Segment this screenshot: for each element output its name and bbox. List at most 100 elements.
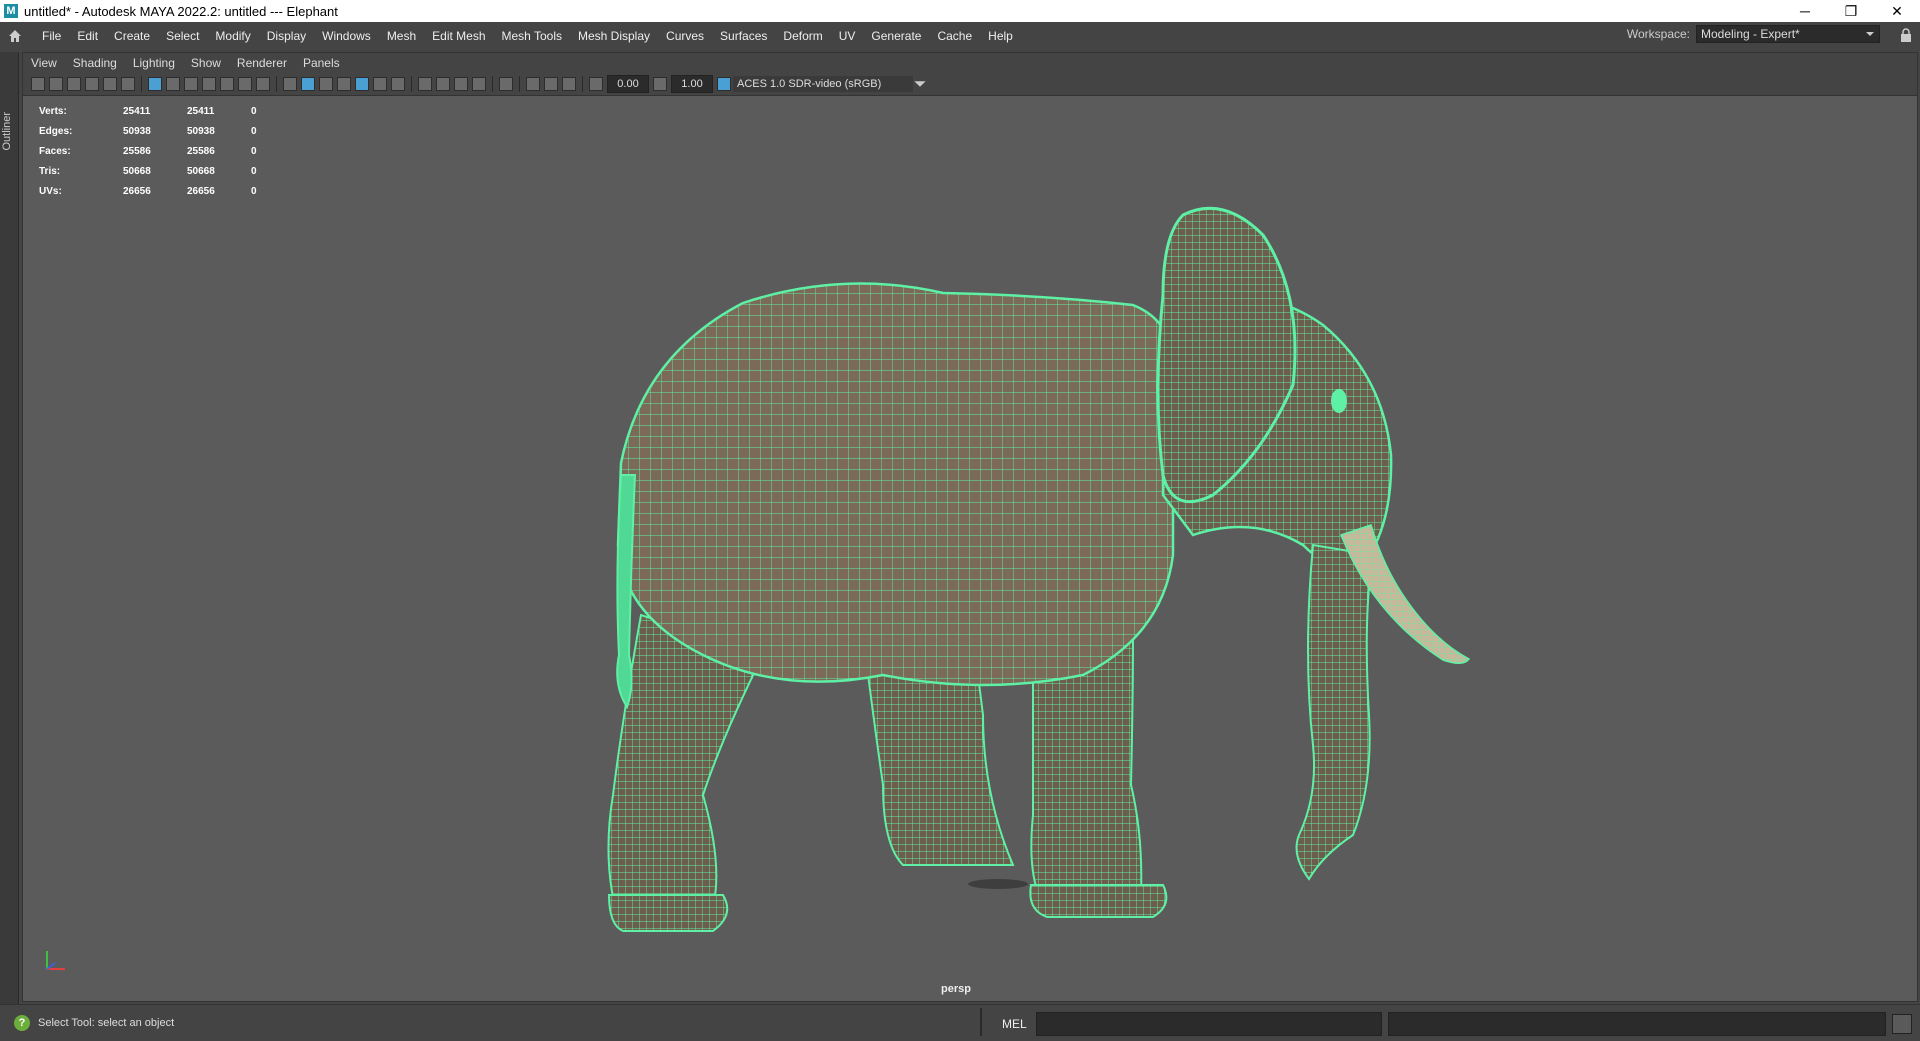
- textured-icon[interactable]: [355, 77, 369, 91]
- toolbar-separator: [582, 76, 583, 92]
- field-chart-icon[interactable]: [220, 77, 234, 91]
- chevron-down-icon: [1866, 32, 1874, 36]
- hud-value: 50668: [187, 165, 215, 177]
- bookmarks-icon[interactable]: [67, 77, 81, 91]
- hud-value: 0: [251, 105, 257, 117]
- menu-cache[interactable]: Cache: [929, 29, 980, 43]
- panel-menu-lighting[interactable]: Lighting: [125, 56, 183, 70]
- menu-mesh-tools[interactable]: Mesh Tools: [494, 29, 570, 43]
- menu-create[interactable]: Create: [106, 29, 158, 43]
- menu-windows[interactable]: Windows: [314, 29, 379, 43]
- exposure-icon[interactable]: [589, 77, 603, 91]
- panel-menu-panels[interactable]: Panels: [295, 56, 348, 70]
- close-button[interactable]: ✕: [1874, 0, 1920, 22]
- window-controls: ─ ❐ ✕: [1782, 0, 1920, 22]
- screen-space-ao-icon[interactable]: [418, 77, 432, 91]
- isolate-select-icon[interactable]: [499, 77, 513, 91]
- exposure-field[interactable]: 0.00: [607, 75, 649, 93]
- menu-modify[interactable]: Modify: [207, 29, 258, 43]
- wireframe-icon[interactable]: [283, 77, 297, 91]
- script-editor-icon[interactable]: [1892, 1014, 1912, 1034]
- xray-icon[interactable]: [526, 77, 540, 91]
- menu-curves[interactable]: Curves: [658, 29, 712, 43]
- xray-active-icon[interactable]: [562, 77, 576, 91]
- use-all-lights-icon[interactable]: [373, 77, 387, 91]
- minimize-button[interactable]: ─: [1782, 0, 1828, 22]
- grease-pencil-icon[interactable]: [121, 77, 135, 91]
- help-line-message: Select Tool: select an object: [38, 1017, 175, 1029]
- depth-of-field-icon[interactable]: [472, 77, 486, 91]
- menu-mesh[interactable]: Mesh: [379, 29, 424, 43]
- hud-value: 50938: [187, 125, 215, 137]
- restore-button[interactable]: ❐: [1828, 0, 1874, 22]
- panel-menu-show[interactable]: Show: [183, 56, 229, 70]
- menu-select[interactable]: Select: [158, 29, 207, 43]
- wireframe-on-shaded-icon[interactable]: [337, 77, 351, 91]
- command-line-input[interactable]: [1036, 1012, 1382, 1036]
- command-result-field: [1388, 1012, 1886, 1036]
- menu-file[interactable]: File: [34, 29, 69, 43]
- elephant-eye: [1331, 389, 1347, 413]
- menu-help[interactable]: Help: [980, 29, 1021, 43]
- menu-generate[interactable]: Generate: [863, 29, 929, 43]
- default-material-icon[interactable]: [319, 77, 333, 91]
- image-plane-icon[interactable]: [85, 77, 99, 91]
- menu-mesh-display[interactable]: Mesh Display: [570, 29, 658, 43]
- smooth-shade-icon[interactable]: [301, 77, 315, 91]
- panel-menu-renderer[interactable]: Renderer: [229, 56, 295, 70]
- view-transform-dropdown[interactable]: ACES 1.0 SDR-video (sRGB): [733, 76, 913, 92]
- panel-menubar: View Shading Lighting Show Renderer Pane…: [23, 53, 1917, 73]
- menu-uv[interactable]: UV: [831, 29, 864, 43]
- hud-label: UVs:: [39, 185, 62, 197]
- maya-logo-icon: M: [4, 4, 18, 18]
- select-camera-icon[interactable]: [31, 77, 45, 91]
- safe-title-icon[interactable]: [256, 77, 270, 91]
- hud-value: 25586: [187, 145, 215, 157]
- hud-value: 25411: [123, 105, 151, 117]
- color-management-icon[interactable]: [717, 77, 731, 91]
- outliner-tab[interactable]: Outliner: [0, 52, 19, 1012]
- hud-value: 25411: [187, 105, 215, 117]
- safe-action-icon[interactable]: [238, 77, 252, 91]
- motion-blur-icon[interactable]: [436, 77, 450, 91]
- viewport-canvas[interactable]: [23, 95, 1917, 1001]
- hud-label: Edges:: [39, 125, 73, 137]
- gamma-icon[interactable]: [653, 77, 667, 91]
- hud-row-faces: Faces: 25586 25586 0: [39, 141, 315, 161]
- lock-icon[interactable]: [1900, 28, 1912, 42]
- elephant-trunk: [1295, 543, 1375, 881]
- toolbar-separator: [276, 76, 277, 92]
- workspace-dropdown[interactable]: Modeling - Expert*: [1696, 25, 1880, 43]
- front-foot-left: [1029, 884, 1168, 918]
- window-title: untitled* - Autodesk MAYA 2022.2: untitl…: [24, 3, 338, 19]
- menu-surfaces[interactable]: Surfaces: [712, 29, 775, 43]
- menu-edit[interactable]: Edit: [69, 29, 106, 43]
- outliner-label: Outliner: [1, 112, 13, 151]
- panel-toolbar: 0.00 1.00 ACES 1.0 SDR-video (sRGB): [23, 73, 1917, 96]
- panel-menu-view[interactable]: View: [23, 56, 65, 70]
- panel-menu-shading[interactable]: Shading: [65, 56, 125, 70]
- resolution-gate-icon[interactable]: [184, 77, 198, 91]
- toolbar-separator: [492, 76, 493, 92]
- home-icon[interactable]: [4, 25, 26, 47]
- menu-deform[interactable]: Deform: [775, 29, 830, 43]
- poly-count-hud: Verts: 25411 25411 0 Edges: 50938 50938 …: [39, 101, 315, 201]
- command-language-toggle[interactable]: MEL: [1002, 1017, 1027, 1031]
- hud-value: 0: [251, 125, 257, 137]
- viewport-panel: View Shading Lighting Show Renderer Pane…: [22, 52, 1918, 1002]
- menu-display[interactable]: Display: [259, 29, 314, 43]
- camera-attributes-icon[interactable]: [49, 77, 63, 91]
- grid-icon[interactable]: [148, 77, 162, 91]
- xray-joints-icon[interactable]: [544, 77, 558, 91]
- film-gate-icon[interactable]: [166, 77, 180, 91]
- hud-row-verts: Verts: 25411 25411 0: [39, 101, 315, 121]
- menu-edit-mesh[interactable]: Edit Mesh: [424, 29, 493, 43]
- workspace-label: Workspace:: [1626, 27, 1690, 41]
- main-menubar: File Edit Create Select Modify Display W…: [0, 22, 1920, 50]
- 2d-pan-zoom-icon[interactable]: [103, 77, 117, 91]
- chevron-down-icon[interactable]: [913, 77, 927, 91]
- shadows-icon[interactable]: [391, 77, 405, 91]
- gamma-field[interactable]: 1.00: [671, 75, 713, 93]
- anti-aliasing-icon[interactable]: [454, 77, 468, 91]
- gate-mask-icon[interactable]: [202, 77, 216, 91]
